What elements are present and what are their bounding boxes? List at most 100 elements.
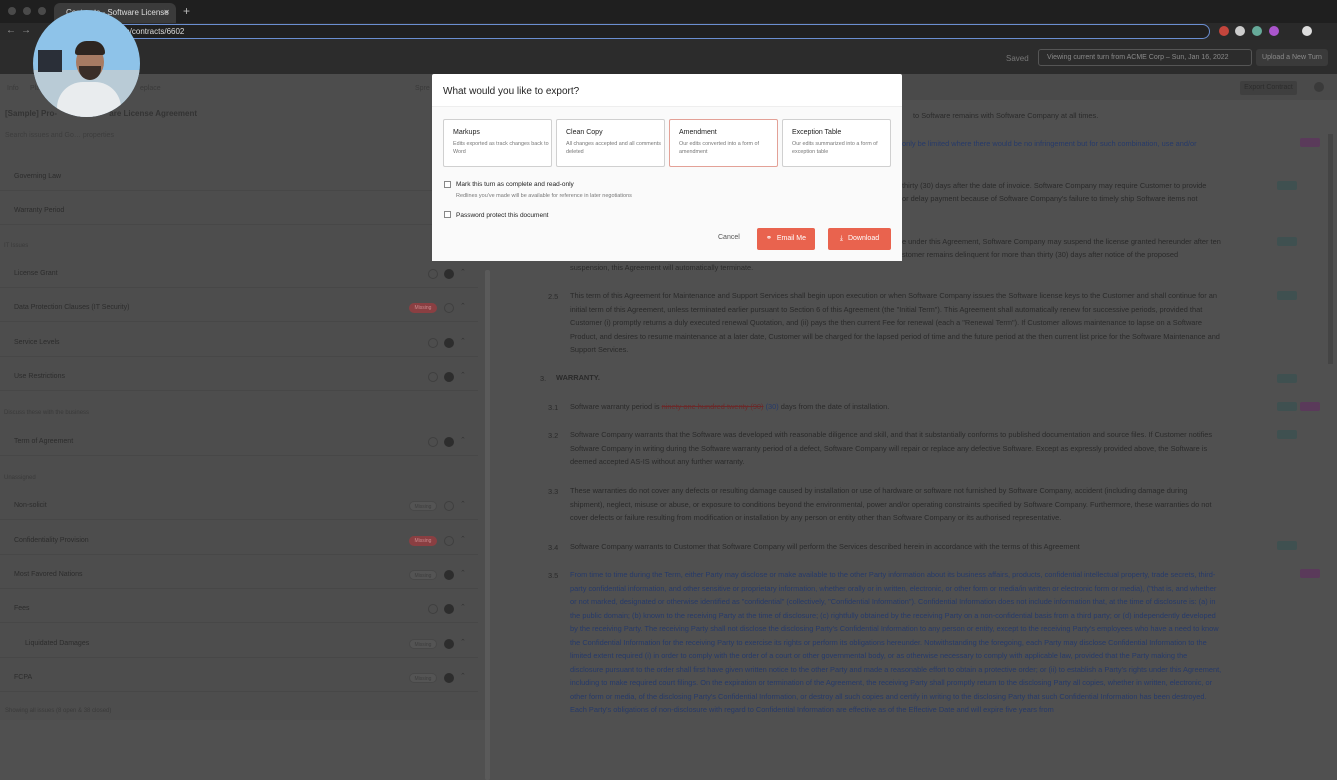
comment-marker[interactable] xyxy=(1300,138,1320,147)
doc-text: or delay payment because of Software Com… xyxy=(902,194,1198,203)
link-icon: ⚭ xyxy=(765,235,772,242)
tab-info[interactable]: Info xyxy=(7,85,19,92)
issue-label: Governing Law xyxy=(14,173,62,180)
missing-badge: Missing xyxy=(409,501,437,511)
close-tab-icon[interactable]: ✕ xyxy=(163,3,170,23)
option-description: Our edits summarized into a form of exce… xyxy=(792,141,878,155)
export-option-markups[interactable]: Markups Edits exported as track changes … xyxy=(443,119,552,167)
issue-row[interactable]: Confidentiality Provision Missing ⌃ xyxy=(0,527,478,555)
issue-marker[interactable] xyxy=(1277,181,1297,190)
issue-row[interactable]: License Grant ⌃ xyxy=(0,260,478,288)
issue-row[interactable]: Liquidated Damages Missing ⌃ xyxy=(0,630,478,658)
section-heading: WARRANTY. xyxy=(556,373,600,382)
chevron-up-icon[interactable]: ⌃ xyxy=(460,638,466,646)
turn-selector[interactable]: Viewing current turn from ACME Corp – Su… xyxy=(1038,49,1252,66)
check-icon[interactable] xyxy=(444,372,454,382)
issue-row[interactable]: Warranty Period xyxy=(0,197,478,225)
issue-label: Service Levels xyxy=(14,339,60,346)
export-option-exception-table[interactable]: Exception Table Our edits summarized int… xyxy=(782,119,891,167)
back-icon[interactable]: ← xyxy=(6,25,16,36)
status-icon[interactable] xyxy=(428,372,438,382)
export-option-clean-copy[interactable]: Clean Copy All changes accepted and all … xyxy=(556,119,665,167)
upload-turn-button[interactable]: Upload a New Turn xyxy=(1256,49,1328,66)
issue-search-input[interactable]: Search issues and Go… properties xyxy=(5,132,114,139)
check-icon[interactable] xyxy=(444,673,454,683)
download-button[interactable]: ⤓ Download xyxy=(828,228,891,250)
issue-row[interactable]: Use Restrictions ⌃ xyxy=(0,363,478,391)
doc-text: suspension, this Agreement will automati… xyxy=(570,263,754,272)
status-icon[interactable] xyxy=(444,536,454,546)
issue-row[interactable]: Service Levels ⌃ xyxy=(0,329,478,357)
option-description: Edits exported as track changes back to … xyxy=(453,141,549,155)
status-icon[interactable] xyxy=(428,269,438,279)
password-checkbox[interactable] xyxy=(444,211,451,218)
status-icon[interactable] xyxy=(428,338,438,348)
document-scrollbar[interactable] xyxy=(1328,134,1333,364)
url-field[interactable]: m/contracts/6602 xyxy=(112,24,1210,39)
export-contract-button[interactable]: Export Contract xyxy=(1240,81,1297,95)
mark-complete-checkbox[interactable] xyxy=(444,181,451,188)
extension-icon[interactable] xyxy=(1219,26,1229,36)
issue-row[interactable]: Governing Law xyxy=(0,163,478,191)
chevron-up-icon[interactable]: ⌃ xyxy=(460,569,466,577)
status-icon[interactable] xyxy=(444,303,454,313)
doc-text: thirty (30) days after the date of invoi… xyxy=(902,181,1207,190)
chevron-up-icon[interactable]: ⌃ xyxy=(460,603,466,611)
chevron-up-icon[interactable]: ⌃ xyxy=(460,436,466,444)
chevron-up-icon[interactable]: ⌃ xyxy=(460,371,466,379)
issue-marker[interactable] xyxy=(1277,237,1297,246)
settings-icon[interactable] xyxy=(1314,82,1324,92)
dialog-title: What would you like to export? xyxy=(443,86,580,97)
extension-icon[interactable] xyxy=(1235,26,1245,36)
issue-label: FCPA xyxy=(14,674,33,681)
check-icon[interactable] xyxy=(444,269,454,279)
new-tab-button[interactable]: + xyxy=(183,4,190,18)
button-label: Download xyxy=(847,235,880,242)
comment-marker[interactable] xyxy=(1300,569,1320,578)
export-option-amendment[interactable]: Amendment Our edits converted into a for… xyxy=(669,119,778,167)
check-icon[interactable] xyxy=(444,570,454,580)
cancel-button[interactable]: Cancel xyxy=(718,234,740,241)
forward-icon[interactable]: → xyxy=(21,25,31,36)
issue-row[interactable]: Fees ⌃ xyxy=(0,595,478,623)
missing-badge: Missing xyxy=(409,303,437,313)
tab-find-replace[interactable]: eplace xyxy=(140,85,161,92)
status-icon[interactable] xyxy=(428,437,438,447)
issue-marker[interactable] xyxy=(1277,374,1297,383)
issue-marker[interactable] xyxy=(1277,291,1297,300)
check-icon[interactable] xyxy=(444,437,454,447)
issue-marker[interactable] xyxy=(1277,430,1297,439)
check-icon[interactable] xyxy=(444,604,454,614)
check-icon[interactable] xyxy=(444,338,454,348)
chevron-up-icon[interactable]: ⌃ xyxy=(460,500,466,508)
status-icon[interactable] xyxy=(444,501,454,511)
chevron-up-icon[interactable]: ⌃ xyxy=(460,337,466,345)
chevron-up-icon[interactable]: ⌃ xyxy=(460,535,466,543)
issue-row[interactable]: Term of Agreement ⌃ xyxy=(0,428,478,456)
option-title: Amendment xyxy=(679,129,717,136)
issue-row[interactable]: Most Favored Nations Missing ⌃ xyxy=(0,561,478,589)
chevron-up-icon[interactable]: ⌃ xyxy=(460,672,466,680)
issue-marker[interactable] xyxy=(1277,402,1297,411)
issue-row[interactable]: Non-solicit Missing ⌃ xyxy=(0,492,478,520)
tab-spreadsheet[interactable]: Spre xyxy=(415,85,430,92)
issue-row[interactable]: Data Protection Clauses (IT Security) Mis… xyxy=(0,294,478,322)
issue-row[interactable]: FCPA Missing ⌃ xyxy=(0,664,478,692)
issue-label: Most Favored Nations xyxy=(14,571,83,578)
extension-icon[interactable] xyxy=(1269,26,1279,36)
issue-label: Non-solicit xyxy=(14,502,47,509)
issues-panel: Info Pla eplace Spre [Sample] Pro- are L… xyxy=(0,74,490,780)
doc-text: to Software remains with Software Compan… xyxy=(913,111,1099,120)
profile-avatar[interactable] xyxy=(1302,26,1312,36)
window-controls[interactable] xyxy=(8,7,46,15)
chevron-up-icon[interactable]: ⌃ xyxy=(460,302,466,310)
extension-icon[interactable] xyxy=(1252,26,1262,36)
issue-marker[interactable] xyxy=(1277,541,1297,550)
email-me-button[interactable]: ⚭ Email Me xyxy=(757,228,815,250)
status-icon[interactable] xyxy=(428,604,438,614)
chevron-up-icon[interactable]: ⌃ xyxy=(460,268,466,276)
deleted-text: ninety one hundred twenty (90) xyxy=(661,402,764,411)
check-icon[interactable] xyxy=(444,639,454,649)
comment-marker[interactable] xyxy=(1300,402,1320,411)
doc-text: e under this Agreement, Software Company… xyxy=(902,237,1221,246)
